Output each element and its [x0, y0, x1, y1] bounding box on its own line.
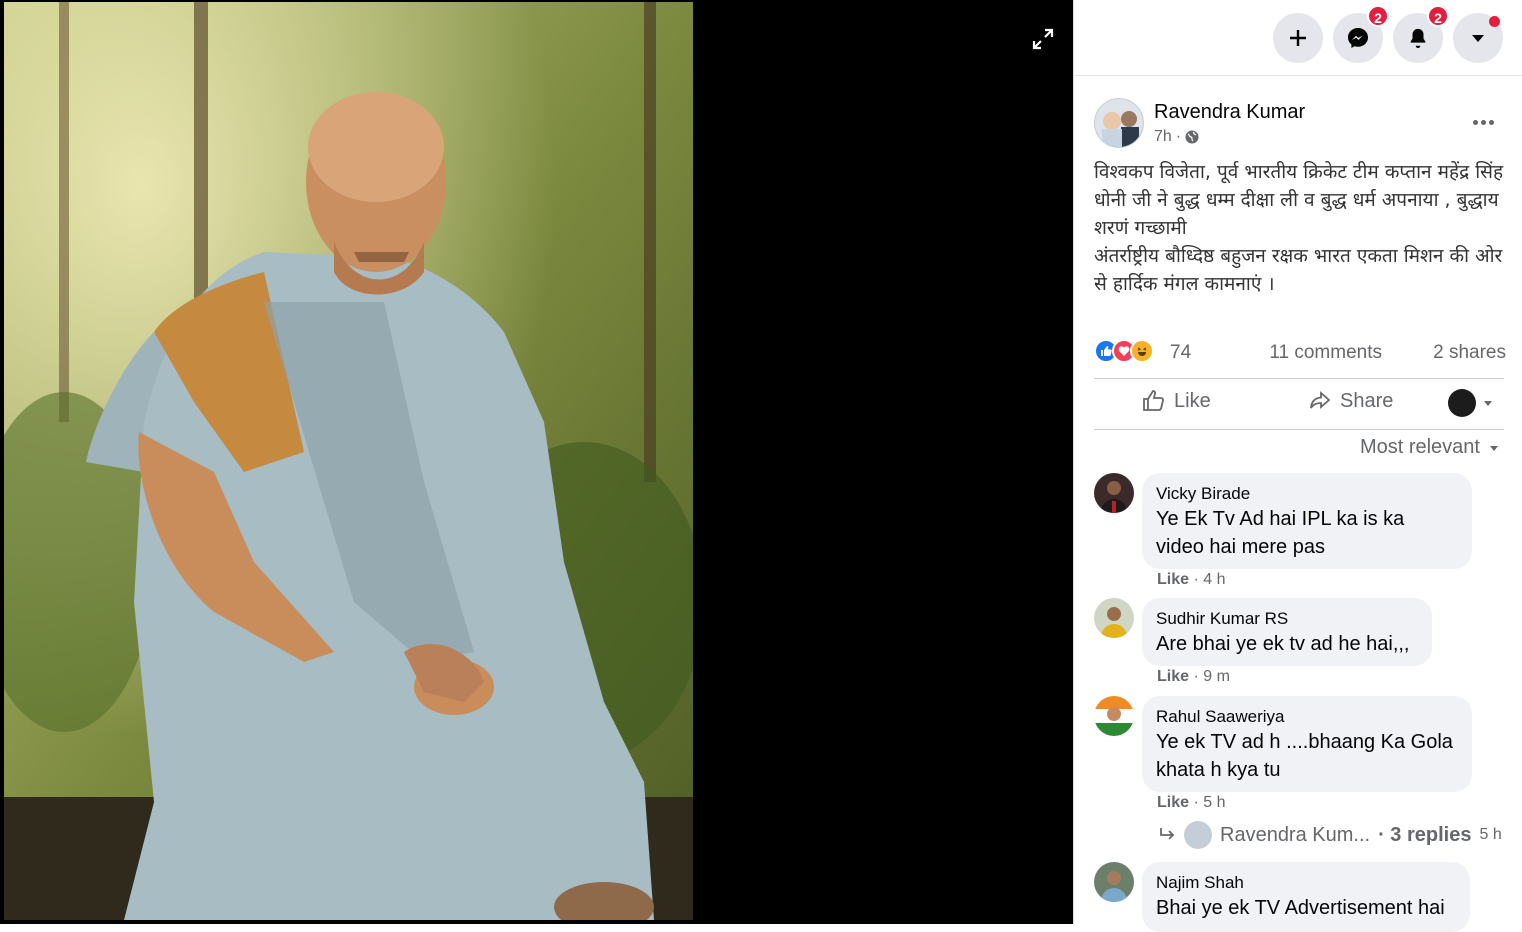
- comment-like-button[interactable]: Like: [1157, 794, 1189, 811]
- reaction-count[interactable]: 74: [1170, 342, 1191, 364]
- post-sidebar: 2 2 Ravendra Kumar 7h · विश्वकप विजेता, …: [1073, 0, 1522, 932]
- share-icon: [1310, 391, 1331, 409]
- comment-meta: Like · 5 h: [1157, 794, 1226, 811]
- share-button[interactable]: Share: [1308, 389, 1393, 413]
- commenter-avatar[interactable]: [1094, 862, 1134, 902]
- comment-time[interactable]: 5 h: [1203, 794, 1225, 811]
- reply-arrow-icon: [1160, 828, 1175, 840]
- like-label: Like: [1174, 389, 1211, 412]
- comment-bubble: Rahul Saaweriya Ye ek TV ad h ....bhaang…: [1142, 696, 1472, 792]
- notifications-badge: 2: [1427, 5, 1449, 27]
- notifications-button[interactable]: 2: [1393, 5, 1449, 63]
- plus-icon: [1290, 30, 1306, 46]
- commenter-name[interactable]: Vicky Birade: [1156, 483, 1458, 505]
- comment-item: Najim Shah Bhai ye ek TV Advertisement h…: [1094, 862, 1514, 932]
- comment-text: khata h kya tu: [1156, 759, 1281, 781]
- comment-text: Ye ek TV ad h ....bhaang Ka Gola: [1156, 731, 1453, 753]
- commenter-name[interactable]: Najim Shah: [1156, 872, 1456, 894]
- commenter-name[interactable]: Rahul Saaweriya: [1156, 706, 1458, 728]
- meta-separator: ·: [1175, 128, 1182, 145]
- comment-bubble: Najim Shah Bhai ye ek TV Advertisement h…: [1142, 862, 1470, 932]
- comments-count[interactable]: 11 comments: [1269, 342, 1382, 364]
- comment-meta: Like · 4 h: [1157, 571, 1226, 588]
- reaction-icons[interactable]: [1094, 339, 1154, 363]
- comment-text: Ye Ek Tv Ad hai IPL ka is ka: [1156, 508, 1405, 530]
- comment-item: Rahul Saaweriya Ye ek TV ad h ....bhaang…: [1094, 696, 1514, 816]
- post-options-button[interactable]: [1466, 110, 1500, 134]
- messenger-icon: [1348, 28, 1368, 48]
- post-time[interactable]: 7h: [1154, 128, 1172, 146]
- comment-text: Are bhai ye ek tv ad he hai,,,: [1156, 633, 1410, 655]
- comment-item: Vicky Birade Ye Ek Tv Ad hai IPL ka is k…: [1094, 473, 1514, 593]
- post-meta: 7h ·: [1154, 128, 1199, 146]
- share-label: Share: [1340, 389, 1394, 412]
- comment-meta: Like · 9 m: [1157, 668, 1230, 685]
- view-replies-link[interactable]: Ravendra Kum... · 3 replies 5 h: [1158, 820, 1518, 850]
- comment-bubble: Vicky Birade Ye Ek Tv Ad hai IPL ka is k…: [1142, 473, 1472, 569]
- commenter-avatar[interactable]: [1094, 598, 1134, 638]
- post-photo[interactable]: [4, 2, 693, 920]
- comment-text: Bhai ye ek TV Advertisement hai: [1156, 897, 1445, 919]
- haha-reaction-icon: [1130, 339, 1154, 363]
- top-nav: 2 2: [1074, 0, 1522, 76]
- author-avatar[interactable]: [1094, 98, 1144, 148]
- caret-down-icon: [1472, 35, 1484, 42]
- post-header: Ravendra Kumar 7h ·: [1094, 98, 1514, 150]
- expand-button[interactable]: [1026, 22, 1060, 56]
- account-menu-button[interactable]: [1453, 13, 1503, 63]
- media-viewer: [0, 0, 1073, 924]
- reply-author-avatar: [1184, 821, 1212, 849]
- account-alert-dot: [1489, 16, 1500, 27]
- comment-text: video hai mere pas: [1156, 536, 1325, 558]
- shares-count[interactable]: 2 shares: [1433, 342, 1506, 364]
- comment-item: Sudhir Kumar RS Are bhai ye ek tv ad he …: [1094, 598, 1514, 690]
- comment-time[interactable]: 4 h: [1203, 571, 1225, 588]
- reply-time: 5 h: [1479, 826, 1502, 843]
- reply-author: Ravendra Kum...: [1220, 823, 1371, 846]
- comment-bubble: Sudhir Kumar RS Are bhai ye ek tv ad he …: [1142, 598, 1432, 666]
- caret-down-icon: [1484, 401, 1492, 406]
- globe-icon: [1185, 130, 1199, 144]
- comment-like-button[interactable]: Like: [1157, 668, 1189, 685]
- replies-count: · 3 replies: [1378, 823, 1472, 846]
- thumbs-up-icon: [1143, 390, 1164, 411]
- comment-time[interactable]: 9 m: [1203, 668, 1230, 685]
- post-text: विश्वकप विजेता, पूर्व भारतीय क्रिकेट टीम…: [1094, 161, 1504, 295]
- like-button[interactable]: Like: [1142, 389, 1211, 413]
- post-viewer: 2 2 Ravendra Kumar 7h · विश्वकप विजेता, …: [0, 0, 1522, 932]
- sort-label: Most relevant: [1359, 436, 1480, 458]
- bell-icon: [1410, 28, 1426, 49]
- messenger-badge: 2: [1367, 5, 1389, 27]
- commenter-avatar[interactable]: [1094, 473, 1134, 513]
- messenger-button[interactable]: 2: [1333, 5, 1389, 63]
- comment-like-button[interactable]: Like: [1157, 571, 1189, 588]
- post-actions: Like Share: [1094, 378, 1504, 430]
- create-button[interactable]: [1273, 13, 1323, 63]
- author-name[interactable]: Ravendra Kumar: [1154, 101, 1305, 124]
- commenter-avatar[interactable]: [1094, 696, 1134, 736]
- post-as-selector[interactable]: [1448, 389, 1494, 417]
- commenter-name[interactable]: Sudhir Kumar RS: [1156, 608, 1418, 630]
- caret-down-icon: [1490, 445, 1498, 451]
- reaction-summary: 74 11 comments 2 shares: [1094, 336, 1506, 368]
- comment-sort-dropdown[interactable]: Most relevant: [1360, 436, 1500, 459]
- expand-icon: [1032, 28, 1054, 50]
- page-avatar: [1448, 389, 1476, 417]
